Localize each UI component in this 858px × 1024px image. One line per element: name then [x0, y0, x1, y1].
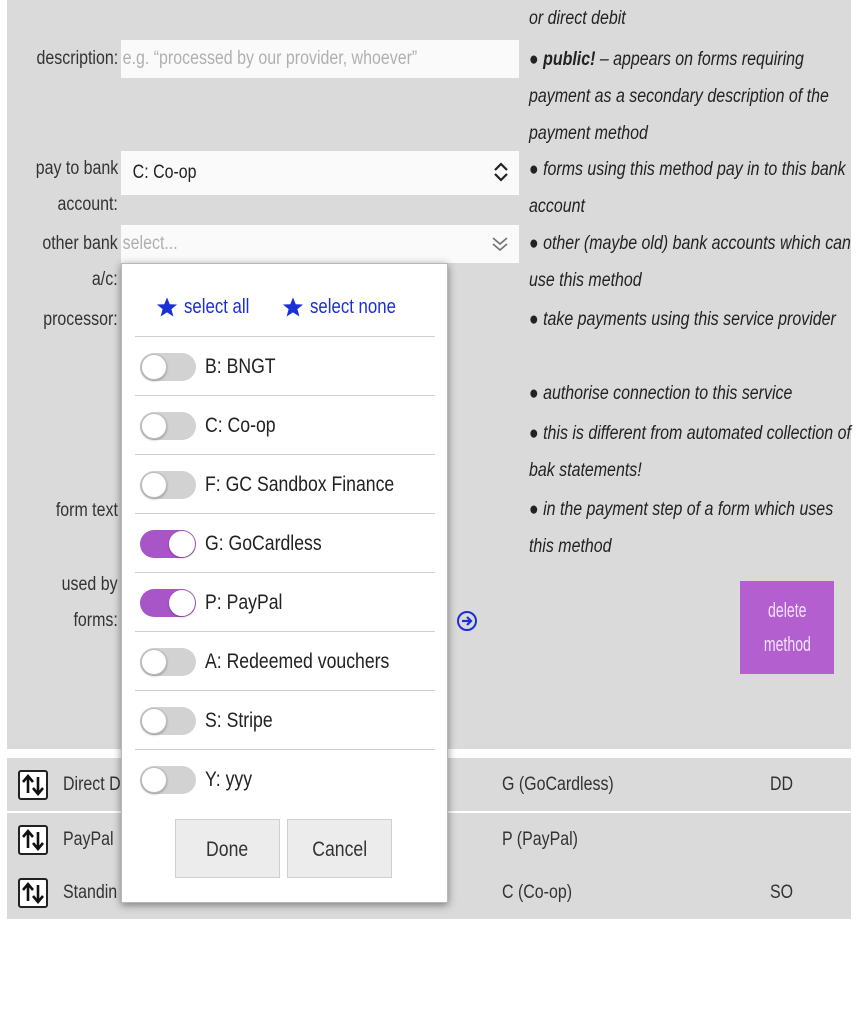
- select-links: select all select none: [122, 282, 447, 332]
- delete-method-button[interactable]: delete method: [740, 581, 834, 674]
- toggle-switch[interactable]: [140, 412, 196, 440]
- pay-to-bank-value: C: Co-op: [132, 162, 197, 183]
- sort-updown-icon[interactable]: [18, 770, 48, 800]
- option-label: Y: yyy: [205, 768, 253, 791]
- option-row[interactable]: F: GC Sandbox Finance: [135, 454, 435, 513]
- pay-to-bank-label-1: pay to bank: [35, 158, 118, 179]
- option-row[interactable]: Y: yyy: [135, 749, 435, 808]
- description-note: ● public! – appears on forms requiring p…: [529, 49, 829, 144]
- toggle-switch[interactable]: [140, 353, 196, 381]
- method-processor: P (PayPal): [502, 829, 578, 850]
- used-by-label-2: forms:: [73, 610, 118, 631]
- option-row[interactable]: G: GoCardless: [135, 513, 435, 572]
- option-row[interactable]: B: BNGT: [135, 336, 435, 395]
- note-debit: or direct debit: [529, 8, 626, 29]
- processor-label: processor:: [43, 309, 118, 330]
- pay-to-bank-label-2: account:: [57, 194, 118, 215]
- option-label: A: Redeemed vouchers: [205, 650, 390, 673]
- sort-arrows-icon: [22, 881, 44, 905]
- option-label: C: Co-op: [205, 414, 276, 437]
- description-field[interactable]: e.g. “processed by our provider, whoever…: [121, 40, 519, 78]
- description-placeholder: e.g. “processed by our provider, whoever…: [122, 48, 418, 69]
- toggle-switch[interactable]: [140, 648, 196, 676]
- option-row[interactable]: C: Co-op: [135, 395, 435, 454]
- toggle-switch[interactable]: [140, 766, 196, 794]
- select-none-link[interactable]: select none: [282, 296, 412, 319]
- toggle-switch[interactable]: [140, 471, 196, 499]
- other-bank-label-1: other bank: [42, 233, 118, 254]
- method-processor: G (GoCardless): [502, 774, 614, 795]
- option-label: G: GoCardless: [205, 532, 322, 555]
- method-name: PayPal: [63, 829, 114, 850]
- done-button[interactable]: Done: [175, 819, 280, 878]
- pay-to-bank-note: ● forms using this method pay in to this…: [529, 159, 846, 217]
- method-code: DD: [770, 774, 794, 795]
- option-row[interactable]: A: Redeemed vouchers: [135, 631, 435, 690]
- toggle-switch[interactable]: [140, 530, 196, 558]
- other-bank-label-2: a/c:: [92, 269, 118, 290]
- sort-arrows-icon: [22, 828, 44, 852]
- form-text-note: ● in the payment step of a form which us…: [529, 499, 834, 557]
- option-label: P: PayPal: [205, 591, 283, 614]
- method-code: SO: [770, 882, 794, 903]
- bank-account-multiselect-popup: select all select none B: BNGT C: Co-op …: [121, 263, 448, 903]
- star-icon: [157, 297, 178, 317]
- select-all-link[interactable]: select all: [156, 296, 262, 319]
- cancel-button[interactable]: Cancel: [287, 819, 392, 878]
- method-name: Standin: [63, 882, 118, 903]
- sort-updown-icon[interactable]: [18, 825, 48, 855]
- sort-updown-icon[interactable]: [18, 878, 48, 908]
- sort-arrows-icon: [22, 773, 44, 797]
- method-processor: C (Co-op): [502, 882, 573, 903]
- description-label: description:: [36, 48, 118, 69]
- other-bank-placeholder: select...: [122, 233, 178, 254]
- processor-note-1: ● take payments using this service provi…: [529, 309, 836, 330]
- star-icon: [283, 297, 304, 317]
- pay-to-bank-select[interactable]: C: Co-op: [121, 151, 519, 195]
- toggle-switch[interactable]: [140, 589, 196, 617]
- used-by-label-1: used by: [62, 574, 118, 595]
- option-label: B: BNGT: [205, 355, 276, 378]
- processor-note-2: ● authorise connection to this service: [529, 383, 793, 404]
- other-bank-multiselect[interactable]: select...: [121, 225, 519, 263]
- toggle-switch[interactable]: [140, 707, 196, 735]
- option-label: F: GC Sandbox Finance: [205, 473, 395, 496]
- option-row[interactable]: P: PayPal: [135, 572, 435, 631]
- option-label: S: Stripe: [205, 709, 273, 732]
- arrow-circle-right-icon[interactable]: [456, 610, 478, 632]
- method-name: Direct D: [63, 774, 121, 795]
- select-updown-icon: [494, 162, 508, 182]
- form-text-label: form text: [55, 500, 118, 521]
- processor-note-3: ● this is different from automated colle…: [529, 423, 851, 481]
- other-bank-note: ● other (maybe old) bank accounts which …: [529, 233, 851, 291]
- option-row[interactable]: S: Stripe: [135, 690, 435, 749]
- chevron-double-down-icon: [492, 237, 508, 252]
